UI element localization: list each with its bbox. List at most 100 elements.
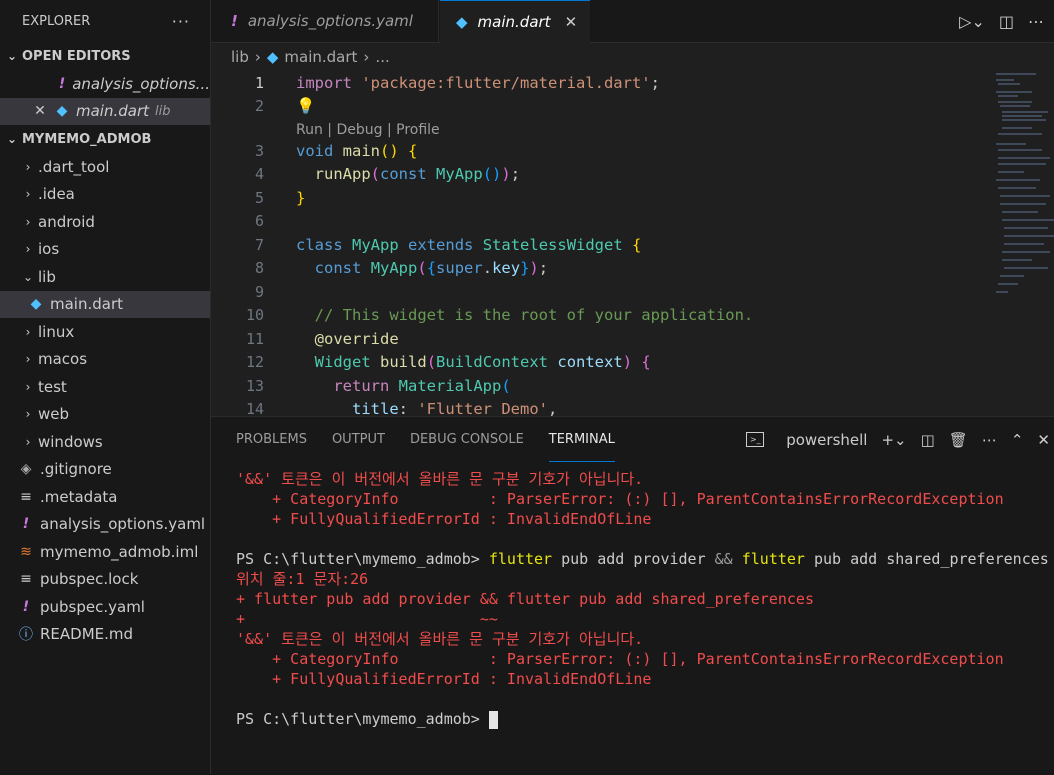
- terminal-prompt-line: PS C:\flutter\mymemo_admob>: [236, 709, 1054, 729]
- line-number: 13: [245, 376, 264, 395]
- terminal-line: + FullyQualifiedErrorId : InvalidEndOfLi…: [236, 670, 652, 688]
- tab-terminal[interactable]: TERMINAL: [548, 417, 615, 462]
- tree-folder[interactable]: › .idea: [0, 181, 210, 209]
- terminal-icon: >_: [746, 432, 765, 447]
- git-icon: ◈: [20, 461, 32, 478]
- project-label: MYMEMO_ADMOB: [22, 131, 152, 147]
- explorer-sidebar: EXPLORER ··· ⌄ OPEN EDITORS ! analysis_o…: [0, 0, 211, 774]
- tab-main-dart[interactable]: ◆ main.dart ✕: [440, 0, 590, 43]
- more-actions-icon[interactable]: ⋯: [1028, 12, 1044, 31]
- code-text: @override: [314, 329, 399, 348]
- code-editor[interactable]: 1 import 'package:flutter/material.dart'…: [211, 71, 1054, 416]
- terminal-output[interactable]: '&&' 토큰은 이 버전에서 올바른 문 구분 기호가 아닙니다. + Cat…: [236, 469, 1054, 729]
- panel-tabs: PROBLEMS OUTPUT DEBUG CONSOLE TERMINAL: [211, 417, 615, 462]
- folder-name: windows: [38, 432, 103, 451]
- chevron-down-icon: ⌄: [22, 269, 34, 284]
- tab-problems[interactable]: PROBLEMS: [236, 417, 307, 462]
- maximize-panel-icon[interactable]: ⌃: [1011, 431, 1024, 449]
- folder-name: macos: [38, 350, 88, 369]
- split-terminal-icon[interactable]: ◫: [921, 431, 935, 449]
- command-operator: &&: [714, 550, 733, 568]
- tab-analysis-options[interactable]: ! analysis_options.yaml: [211, 0, 439, 42]
- close-icon[interactable]: ✕: [32, 103, 48, 119]
- code-text: title: 'Flutter Demo',: [352, 400, 558, 416]
- line-number: 6: [254, 212, 264, 231]
- tree-folder[interactable]: › web: [0, 401, 210, 429]
- open-editor-item[interactable]: ! analysis_options...: [0, 70, 210, 98]
- code-text: runApp(const MyApp());: [314, 165, 521, 184]
- lightbulb-icon[interactable]: 💡: [296, 97, 315, 115]
- breadcrumb-file[interactable]: main.dart: [284, 48, 357, 66]
- run-debug-icon[interactable]: ▷⌄: [959, 12, 985, 31]
- chevron-right-icon: ›: [25, 324, 31, 339]
- open-editors-section[interactable]: ⌄ OPEN EDITORS: [0, 42, 210, 70]
- code-line: 14 title: 'Flutter Demo',: [211, 398, 991, 416]
- tree-file-main-dart[interactable]: ◆ main.dart: [0, 290, 210, 318]
- editor-tab-bar: ! analysis_options.yaml ◆ main.dart ✕ ▷⌄…: [211, 0, 1054, 43]
- tree-file[interactable]: ≡ .metadata: [0, 483, 210, 511]
- open-editors-label: OPEN EDITORS: [22, 48, 131, 64]
- more-actions-icon[interactable]: ⋯: [982, 431, 997, 449]
- editor-actions: ▷⌄ ◫ ⋯: [945, 0, 1054, 42]
- tree-file[interactable]: ! analysis_options.yaml: [0, 511, 210, 539]
- close-panel-icon[interactable]: ✕: [1037, 431, 1050, 449]
- tree-folder[interactable]: › linux: [0, 318, 210, 346]
- file-name: .gitignore: [40, 460, 112, 479]
- project-section[interactable]: ⌄ MYMEMO_ADMOB: [0, 125, 210, 153]
- chevron-right-icon: ›: [25, 352, 31, 367]
- tab-output[interactable]: OUTPUT: [332, 417, 385, 462]
- terminal-line: + ~~: [236, 610, 498, 628]
- codelens-run-debug-profile[interactable]: Run | Debug | Profile: [296, 122, 440, 138]
- folder-name: test: [38, 377, 67, 396]
- minimap[interactable]: [996, 71, 1054, 311]
- file-name: analysis_options.yaml: [40, 515, 206, 534]
- chevron-right-icon: ›: [25, 242, 31, 257]
- explorer-title: EXPLORER: [22, 13, 91, 29]
- yaml-warning-icon: !: [58, 75, 66, 92]
- trash-icon[interactable]: 🗑: [949, 431, 968, 449]
- tree-folder[interactable]: › ios: [0, 236, 210, 264]
- tree-file[interactable]: ≋ mymemo_admob.iml: [0, 538, 210, 566]
- terminal-shell-selector[interactable]: >_ powershell: [732, 431, 867, 449]
- terminal-line: + CategoryInfo : ParserError: (:) [], Pa…: [236, 490, 1004, 508]
- code-text: const MyApp({super.key});: [314, 259, 549, 278]
- split-editor-icon[interactable]: ◫: [999, 12, 1014, 31]
- line-number: 2: [254, 97, 264, 116]
- text-lines-icon: ≡: [20, 571, 32, 588]
- tree-file[interactable]: ≡ pubspec.lock: [0, 566, 210, 594]
- tree-file[interactable]: ! pubspec.yaml: [0, 593, 210, 621]
- dart-icon: ◆: [30, 296, 42, 313]
- tree-folder[interactable]: › .dart_tool: [0, 153, 210, 181]
- chevron-down-icon: ⌄: [6, 49, 18, 63]
- tree-folder[interactable]: › macos: [0, 346, 210, 374]
- codelens-line: Run | Debug | Profile: [211, 118, 991, 142]
- close-tab-icon[interactable]: ✕: [565, 13, 578, 31]
- breadcrumb-more[interactable]: ...: [375, 48, 389, 66]
- tree-folder[interactable]: › android: [0, 208, 210, 236]
- tree-file[interactable]: ⓘ README.md: [0, 621, 210, 649]
- line-number: 5: [254, 188, 264, 207]
- explorer-header: EXPLORER ···: [0, 0, 210, 42]
- code-text: class MyApp extends StatelessWidget {: [296, 235, 642, 254]
- code-line: 6: [211, 210, 991, 234]
- line-number: 11: [245, 329, 264, 348]
- tree-folder[interactable]: › test: [0, 373, 210, 401]
- yaml-warning-icon: !: [22, 598, 30, 615]
- bottom-panel: PROBLEMS OUTPUT DEBUG CONSOLE TERMINAL >…: [211, 416, 1054, 775]
- tree-folder-lib[interactable]: ⌄ lib: [0, 263, 210, 291]
- add-terminal-icon[interactable]: +⌄: [881, 431, 906, 449]
- tree-folder[interactable]: › windows: [0, 428, 210, 456]
- more-actions-icon[interactable]: ···: [172, 12, 190, 31]
- text-lines-icon: ≡: [20, 488, 32, 505]
- tab-debug-console[interactable]: DEBUG CONSOLE: [410, 417, 524, 462]
- open-editor-name: main.dart: [76, 102, 150, 121]
- breadcrumb-folder[interactable]: lib: [231, 48, 249, 66]
- open-editor-item-active[interactable]: ✕ ◆ main.dart lib: [0, 97, 210, 125]
- dart-icon: ◆: [266, 48, 279, 66]
- breadcrumb: lib › ◆ main.dart › ...: [211, 43, 1054, 71]
- line-number: 3: [254, 141, 264, 160]
- line-number: 7: [254, 235, 264, 254]
- folder-name: lib: [38, 267, 56, 286]
- chevron-down-icon: ⌄: [6, 132, 18, 146]
- tree-file[interactable]: ◈ .gitignore: [0, 456, 210, 484]
